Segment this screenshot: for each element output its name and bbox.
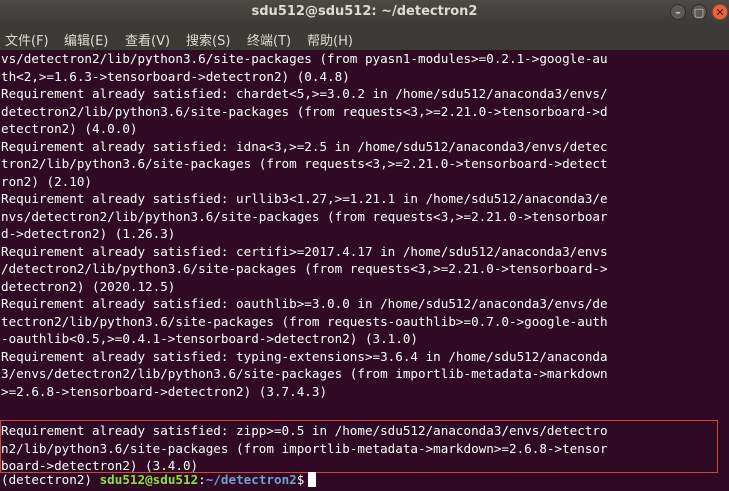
terminal-line: Requirement already satisfied: chardet<5… xyxy=(1,86,608,101)
shell-prompt[interactable]: (detectron2) sdu512@sdu512:~/detectron2$ xyxy=(1,471,317,489)
menu-terminal[interactable]: 终端(T) xyxy=(247,30,291,49)
terminal-line: etectron2) (4.0.0) xyxy=(1,121,138,136)
terminal-line: Requirement already satisfied: idna<3,>=… xyxy=(1,138,608,154)
terminal-line: /detectron2/lib/python3.6/site-packages … xyxy=(1,261,608,276)
terminal-line: >=2.6.8->tensorboard->detectron2) (3.7.4… xyxy=(1,383,328,399)
terminal-line: th<2,>=1.6.3->tensorboard->detectron2) (… xyxy=(1,68,350,84)
terminal-line: Requirement already satisfied: oauthlib>… xyxy=(1,296,608,311)
terminal-line: detectron2/lib/python3.6/site-packages (… xyxy=(1,103,608,119)
prompt-path: ~/detectron2 xyxy=(205,472,297,487)
terminal-line: Requirement already satisfied: typing-ex… xyxy=(1,348,608,364)
terminal-line: nvs/detectron2/lib/python3.6/site-packag… xyxy=(1,208,608,224)
menu-edit[interactable]: 编辑(E) xyxy=(64,30,108,49)
terminal-line: ron2) (2.10) xyxy=(1,173,92,189)
prompt-env: (detectron2) xyxy=(1,472,100,487)
terminal-window: sdu512@sdu512: ~/detectron2 – □ ✕ 文件(F) … xyxy=(0,0,729,491)
terminal-line: detectron2) (2020.12.5) xyxy=(1,278,176,294)
prompt-user-host: sdu512@sdu512 xyxy=(99,472,199,487)
terminal-line: 3/envs/detectron2/lib/python3.6/site-pac… xyxy=(1,366,608,381)
menu-bar: 文件(F) 编辑(E) 查看(V) 搜索(S) 终端(T) 帮助(H) xyxy=(0,24,729,51)
minimize-button[interactable]: – xyxy=(670,4,686,20)
terminal-line: Requirement already satisfied: certifi>=… xyxy=(1,243,608,259)
maximize-button[interactable]: □ xyxy=(691,4,707,20)
text-cursor xyxy=(308,472,317,487)
menu-help[interactable]: 帮助(H) xyxy=(307,30,353,49)
terminal-line: vs/detectron2/lib/python3.6/site-package… xyxy=(1,51,608,66)
terminal-line: Requirement already satisfied: urllib3<1… xyxy=(1,191,608,206)
window-title: sdu512@sdu512: ~/detectron2 xyxy=(251,4,478,19)
terminal-line: d->detectron2) (1.26.3) xyxy=(1,226,176,241)
terminal-output[interactable]: vs/detectron2/lib/python3.6/site-package… xyxy=(0,50,729,491)
prompt-symbol: $ xyxy=(296,472,305,487)
highlight-box xyxy=(0,420,718,473)
prompt-separator: : xyxy=(198,472,206,487)
menu-file[interactable]: 文件(F) xyxy=(5,30,49,49)
menu-view[interactable]: 查看(V) xyxy=(125,30,170,49)
terminal-line: tectron2/lib/python3.6/site-packages (fr… xyxy=(1,313,608,329)
title-bar[interactable]: sdu512@sdu512: ~/detectron2 – □ ✕ xyxy=(0,0,729,24)
close-button[interactable]: ✕ xyxy=(712,4,728,20)
menu-search[interactable]: 搜索(S) xyxy=(186,30,230,49)
terminal-line: -oauthlib<0.5,>=0.4.1->tensorboard->dete… xyxy=(1,331,419,346)
terminal-line: tron2/lib/python3.6/site-packages (from … xyxy=(1,156,608,171)
